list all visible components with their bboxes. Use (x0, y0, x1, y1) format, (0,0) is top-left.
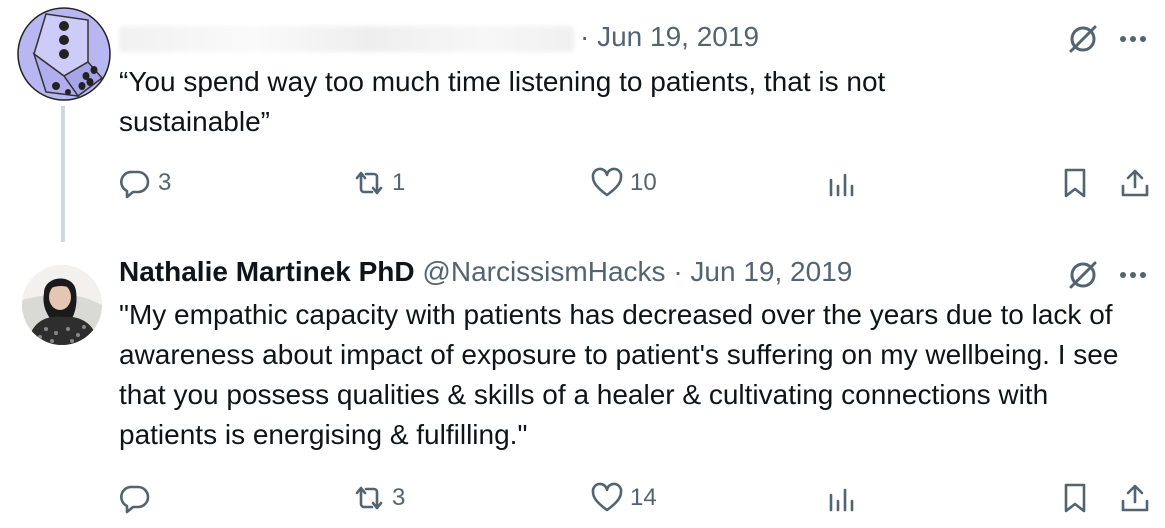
like-button[interactable]: 10 (590, 166, 657, 200)
retweet-count: 3 (392, 484, 406, 511)
author-name[interactable]: Nathalie Martinek PhD (119, 256, 415, 287)
like-count: 10 (630, 169, 657, 196)
reply-icon (120, 170, 150, 199)
retweet-button[interactable]: 1 (352, 166, 405, 200)
tweet[interactable]: · Jun 19, 2019 “You spend way too much t… (0, 0, 1165, 245)
retweet-button[interactable]: 3 (352, 481, 405, 515)
share-button[interactable] (1118, 166, 1152, 200)
redacted-author-name[interactable] (119, 25, 574, 52)
tweet-date[interactable]: · Jun 19, 2019 (580, 21, 759, 52)
reply-button[interactable] (118, 481, 158, 515)
tweet-actions: 3 14 (0, 481, 1165, 521)
retweet-count: 1 (392, 169, 406, 196)
reply-count: 3 (158, 169, 172, 196)
grok-icon[interactable] (1063, 19, 1103, 59)
author-handle[interactable]: @NarcissismHacks (422, 256, 665, 287)
tweet-date[interactable]: · Jun 19, 2019 (673, 256, 852, 287)
tweet-text: "My empathic capacity with patients has … (119, 299, 1119, 450)
bookmark-button[interactable] (1058, 481, 1092, 515)
views-icon (829, 488, 854, 512)
bookmark-icon (1064, 483, 1086, 513)
tweet-header: Nathalie Martinek PhD @NarcissismHacks ·… (119, 255, 852, 289)
views-button[interactable] (824, 166, 858, 200)
tweet[interactable]: Nathalie Martinek PhD @NarcissismHacks ·… (0, 245, 1165, 528)
grok-icon[interactable] (1063, 255, 1103, 295)
reply-button[interactable]: 3 (118, 166, 171, 200)
share-icon (1121, 484, 1149, 512)
like-count: 14 (630, 484, 657, 511)
tweet-text: “You spend way too much time listening t… (119, 66, 886, 137)
retweet-icon (355, 171, 383, 195)
share-icon (1121, 169, 1149, 197)
dice-avatar[interactable] (16, 6, 112, 102)
views-icon (829, 173, 854, 197)
bookmark-button[interactable] (1058, 166, 1092, 200)
retweet-icon (355, 486, 383, 510)
share-button[interactable] (1118, 481, 1152, 515)
like-button[interactable]: 14 (590, 481, 657, 515)
photo-avatar[interactable] (22, 265, 102, 345)
more-icon[interactable] (1113, 19, 1153, 59)
heart-icon (591, 167, 623, 197)
more-icon[interactable] (1113, 255, 1153, 295)
tweet-header: · Jun 19, 2019 (119, 20, 759, 54)
tweet-actions: 3 1 10 (0, 166, 1165, 206)
heart-icon (591, 482, 623, 512)
reply-icon (120, 485, 150, 514)
views-button[interactable] (824, 481, 858, 515)
bookmark-icon (1064, 168, 1086, 198)
